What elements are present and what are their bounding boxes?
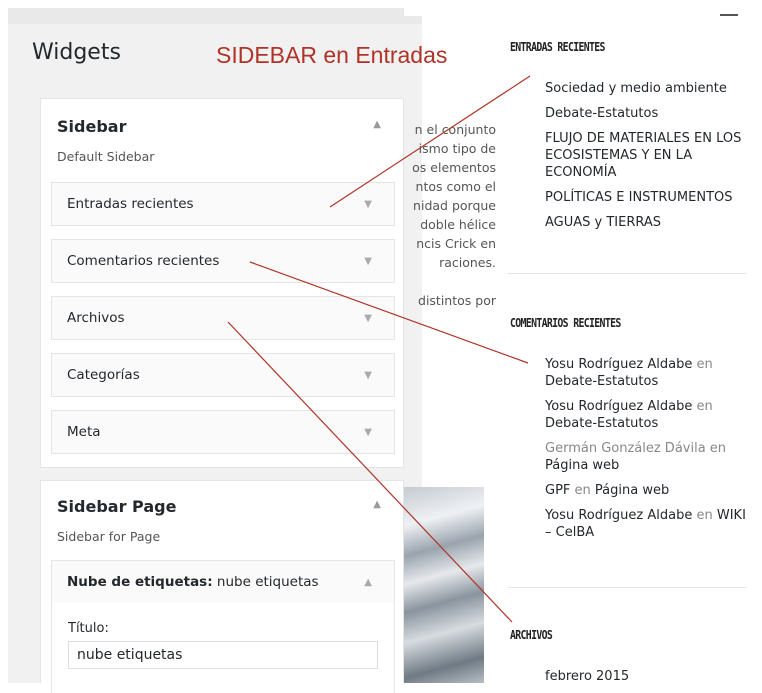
collapse-icon[interactable]: ▲ — [373, 499, 381, 510]
list-item: Yosu Rodríguez Aldabe en Debate-Estatuto… — [545, 356, 750, 390]
comment-en: en — [692, 508, 717, 523]
preview-line: ismo tipo de — [418, 141, 496, 156]
widget-nube-etiquetas[interactable]: Nube de etiquetas: nube etiquetas ▲ — [51, 560, 395, 604]
comment-author[interactable]: Yosu Rodríguez Aldabe — [545, 357, 692, 372]
chevron-down-icon[interactable]: ▼ — [364, 370, 372, 381]
preview-image — [404, 487, 484, 683]
widget-label: Entradas recientes — [67, 196, 194, 212]
sidebar-page-panel: Sidebar Page ▲ Sidebar for Page Nube de … — [40, 480, 404, 693]
comment-post[interactable]: Página web — [595, 483, 669, 498]
page-title: Widgets — [32, 40, 121, 65]
blog-preview-text: n el conjunto ismo tipo de os elementos … — [404, 120, 496, 310]
menu-dash-icon — [720, 14, 738, 16]
preview-line: distintos por — [418, 293, 496, 308]
admin-top-bar — [8, 8, 422, 24]
titulo-input[interactable] — [68, 641, 378, 669]
list-item[interactable]: FLUJO DE MATERIALES EN LOS ECOSISTEMAS Y… — [545, 130, 750, 181]
list-item: Germán González Dávila en Página web — [545, 440, 750, 474]
sidebar-panel-subtitle: Default Sidebar — [57, 149, 155, 164]
widget-label: Nube de etiquetas: nube etiquetas — [67, 574, 319, 590]
divider — [508, 587, 746, 588]
recent-comments-list: Yosu Rodríguez Aldabe en Debate-Estatuto… — [545, 356, 750, 549]
sidebar-panel-title[interactable]: Sidebar — [57, 117, 126, 136]
widget-entradas-recientes[interactable]: Entradas recientes ▼ — [51, 182, 395, 226]
chevron-down-icon[interactable]: ▼ — [364, 199, 372, 210]
list-item[interactable]: Debate-Estatutos — [545, 105, 750, 122]
archives-heading: ARCHIVOS — [510, 628, 553, 642]
comment-post[interactable]: Página web — [545, 458, 619, 473]
comment-author[interactable]: Yosu Rodríguez Aldabe — [545, 399, 692, 414]
preview-line: raciones. — [439, 255, 496, 270]
comment-author: Germán González Dávila — [545, 441, 706, 456]
sidebar-panel: Sidebar ▲ Default Sidebar Entradas recie… — [40, 98, 404, 468]
comment-en: en — [692, 399, 713, 414]
list-item[interactable]: Sociedad y medio ambiente — [545, 80, 750, 97]
comment-post[interactable]: Debate-Estatutos — [545, 374, 658, 389]
widget-label: Comentarios recientes — [67, 253, 220, 269]
widget-label: Meta — [67, 424, 101, 440]
collapse-icon[interactable]: ▲ — [373, 119, 381, 130]
preview-line: os elementos — [412, 160, 496, 175]
comment-en: en — [705, 441, 727, 456]
widget-meta[interactable]: Meta ▼ — [51, 410, 395, 454]
preview-line: ntos como el — [415, 179, 496, 194]
sidebar-page-panel-title[interactable]: Sidebar Page — [57, 497, 176, 516]
widget-label: Archivos — [67, 310, 125, 326]
archives-list: febrero 2015 — [545, 668, 750, 693]
chevron-down-icon[interactable]: ▼ — [364, 427, 372, 438]
recent-comments-heading: COMENTARIOS RECIENTES — [510, 316, 621, 330]
widget-comentarios-recientes[interactable]: Comentarios recientes ▼ — [51, 239, 395, 283]
widget-label: Categorías — [67, 367, 140, 383]
list-item: Yosu Rodríguez Aldabe en WIKI – CelBA — [545, 507, 750, 541]
widget-label-title: nube etiquetas — [212, 574, 319, 590]
widget-archivos[interactable]: Archivos ▼ — [51, 296, 395, 340]
chevron-up-icon[interactable]: ▲ — [364, 577, 372, 588]
recent-posts-heading: ENTRADAS RECIENTES — [510, 40, 605, 54]
titulo-label: Título: — [68, 621, 109, 636]
preview-line: nidad porque — [413, 198, 496, 213]
preview-line: ncis Crick en — [416, 236, 496, 251]
widget-label-name: Nube de etiquetas: — [67, 574, 213, 590]
divider — [508, 273, 746, 274]
comment-post[interactable]: Debate-Estatutos — [545, 416, 658, 431]
widget-form: Título: — [51, 603, 395, 693]
preview-line: n el conjunto — [414, 122, 496, 137]
chevron-down-icon[interactable]: ▼ — [364, 313, 372, 324]
comment-en: en — [570, 483, 595, 498]
list-item[interactable]: POLÍTICAS E INSTRUMENTOS — [545, 189, 750, 206]
widget-categorias[interactable]: Categorías ▼ — [51, 353, 395, 397]
preview-line: doble hélice — [420, 217, 496, 232]
preview-line — [404, 272, 496, 291]
comment-author[interactable]: GPF — [545, 483, 570, 498]
recent-posts-list: Sociedad y medio ambiente Debate-Estatut… — [545, 80, 750, 239]
chevron-down-icon[interactable]: ▼ — [364, 256, 372, 267]
comment-author[interactable]: Yosu Rodríguez Aldabe — [545, 508, 692, 523]
list-item[interactable]: AGUAS y TIERRAS — [545, 214, 750, 231]
list-item: Yosu Rodríguez Aldabe en Debate-Estatuto… — [545, 398, 750, 432]
list-item[interactable]: febrero 2015 — [545, 668, 750, 685]
list-item: GPF en Página web — [545, 482, 750, 499]
annotation-label: SIDEBAR en Entradas — [216, 42, 448, 68]
comment-en: en — [692, 357, 713, 372]
sidebar-page-panel-subtitle: Sidebar for Page — [57, 529, 161, 544]
